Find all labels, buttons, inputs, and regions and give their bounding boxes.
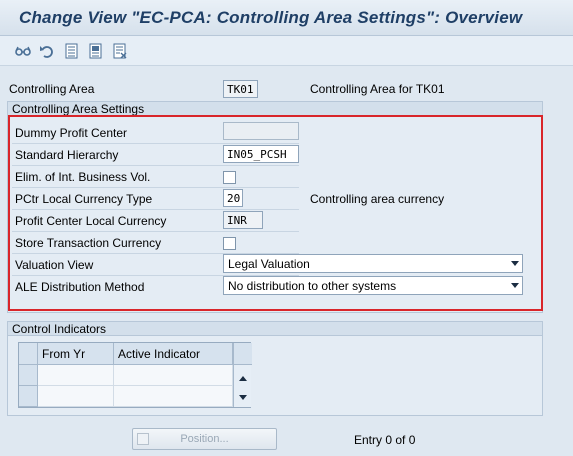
row-divider [12, 209, 299, 210]
position-icon [137, 433, 149, 445]
scroll-up-icon[interactable] [239, 376, 247, 381]
table-cell[interactable] [114, 365, 233, 386]
dummy-profit-center-label: Dummy Profit Center [15, 126, 128, 140]
controlling-area-label: Controlling Area [9, 82, 95, 96]
title-bar: Change View "EC-PCA: Controlling Area Se… [0, 0, 573, 36]
chevron-down-icon[interactable] [511, 283, 519, 288]
glasses-icon[interactable] [15, 43, 31, 59]
scroll-down-icon[interactable] [239, 395, 247, 400]
store-transaction-currency-checkbox[interactable] [223, 237, 236, 250]
elim-int-business-vol-label: Elim. of Int. Business Vol. [15, 170, 151, 184]
pctr-local-currency-type-label: PCtr Local Currency Type [15, 192, 153, 206]
select-all-icon[interactable] [64, 43, 80, 59]
position-button-label: Position... [180, 433, 229, 445]
chevron-down-icon[interactable] [511, 261, 519, 266]
table-cell[interactable] [114, 386, 233, 407]
entry-counter: Entry 0 of 0 [354, 433, 416, 447]
dummy-profit-center-field[interactable] [223, 122, 299, 140]
application-toolbar [0, 36, 573, 66]
valuation-view-dropdown[interactable]: Legal Valuation [223, 254, 523, 273]
page-title: Change View "EC-PCA: Controlling Area Se… [19, 8, 523, 27]
standard-hierarchy-label: Standard Hierarchy [15, 148, 119, 162]
select-all-rows-button[interactable] [19, 343, 38, 365]
store-transaction-currency-label: Store Transaction Currency [15, 236, 162, 250]
profit-center-local-currency-field[interactable]: INR [223, 211, 263, 229]
row-divider [12, 165, 299, 166]
pctr-local-currency-type-description: Controlling area currency [310, 192, 445, 206]
table-cell[interactable] [38, 386, 114, 407]
group-title: Control Indicators [8, 322, 542, 336]
column-settings-button[interactable] [234, 343, 252, 365]
standard-hierarchy-field[interactable]: IN05_PCSH [223, 145, 299, 163]
elim-int-business-vol-checkbox[interactable] [223, 171, 236, 184]
select-block-icon[interactable] [88, 43, 104, 59]
ale-distribution-method-dropdown[interactable]: No distribution to other systems [223, 276, 523, 295]
undo-icon[interactable] [39, 43, 55, 59]
valuation-view-value: Legal Valuation [228, 257, 310, 271]
table-cell[interactable] [38, 365, 114, 386]
column-header-active-indicator[interactable]: Active Indicator [114, 343, 233, 365]
table-scrollbar[interactable] [233, 343, 252, 407]
ale-distribution-method-label: ALE Distribution Method [15, 280, 145, 294]
position-button[interactable]: Position... [132, 428, 277, 450]
profit-center-local-currency-label: Profit Center Local Currency [15, 214, 167, 228]
row-selector[interactable] [19, 365, 38, 386]
controlling-area-description: Controlling Area for TK01 [310, 82, 445, 96]
row-divider [12, 143, 299, 144]
pctr-local-currency-type-field[interactable]: 20 [223, 189, 243, 207]
row-selector[interactable] [19, 386, 38, 407]
controlling-area-field[interactable]: TK01 [223, 80, 258, 98]
deselect-all-icon[interactable] [112, 43, 128, 59]
group-title: Controlling Area Settings [8, 102, 542, 116]
control-indicators-table: From Yr Active Indicator [18, 342, 252, 408]
ale-distribution-method-value: No distribution to other systems [228, 279, 397, 293]
valuation-view-label: Valuation View [15, 258, 94, 272]
row-divider [12, 231, 299, 232]
row-divider [12, 187, 299, 188]
column-header-from-yr[interactable]: From Yr [38, 343, 114, 365]
